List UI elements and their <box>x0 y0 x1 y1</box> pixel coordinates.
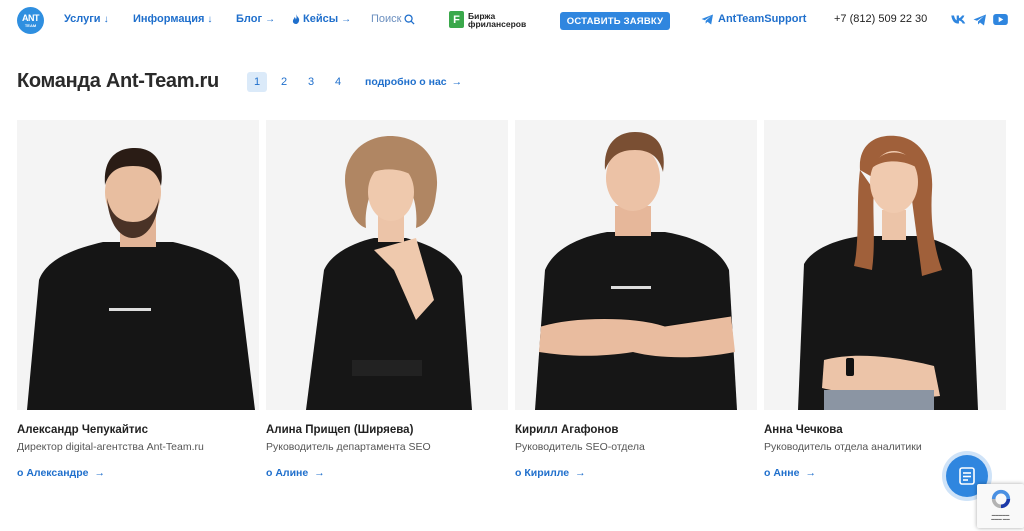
nav-services-label: Услуги <box>64 13 101 25</box>
telegram-support-label: AntTeamSupport <box>718 13 807 25</box>
person-profile-link[interactable]: о Александре → <box>17 467 105 479</box>
telegram-icon <box>701 13 713 25</box>
person-photo <box>764 120 1006 410</box>
person-name: Анна Чечкова <box>764 424 843 436</box>
page-3-button[interactable]: 3 <box>301 72 321 92</box>
team-photo <box>764 120 1006 410</box>
person-profile-link[interactable]: о Кирилле → <box>515 467 586 479</box>
fire-icon <box>292 14 300 24</box>
person-role: Руководитель SEO-отдела <box>515 441 645 453</box>
arrow-right-icon: → <box>341 13 352 25</box>
team-card: Анна Чечкова Руководитель отдела аналити… <box>764 120 1006 479</box>
arrow-right-icon: → <box>314 467 325 479</box>
nav-information-label: Информация <box>133 13 205 25</box>
person-name: Кирилл Агафонов <box>515 424 619 436</box>
arrow-right-icon: → <box>805 467 816 479</box>
ant-team-logo[interactable]: ANT TEAM <box>17 7 44 34</box>
team-photo <box>266 120 508 410</box>
submit-request-button[interactable]: ОСТАВИТЬ ЗАЯВКУ <box>560 12 670 30</box>
freelance-exchange-link[interactable]: F Биржа фрилансеров <box>449 11 526 28</box>
telegram-support-link[interactable]: AntTeamSupport <box>701 13 806 25</box>
page-title: Команда Ant-Team.ru <box>17 70 219 92</box>
arrow-right-icon: → <box>575 467 586 479</box>
profile-link-label: о Александре <box>17 467 89 479</box>
team-card: Кирилл Агафонов Руководитель SEO-отдела … <box>515 120 757 479</box>
person-role: Руководитель департамента SEO <box>266 441 431 453</box>
person-role: Руководитель отдела аналитики <box>764 441 922 453</box>
nav-blog-label: Блог <box>236 13 263 25</box>
freelance-logo-icon: F <box>449 11 464 28</box>
nav-cases[interactable]: Кейсы → <box>292 13 351 25</box>
nav-services[interactable]: Услуги ↓ <box>64 13 109 25</box>
team-card: Александр Чепукайтис Директор digital-аг… <box>17 120 259 479</box>
profile-link-label: о Алине <box>266 467 309 479</box>
nav-information[interactable]: Информация ↓ <box>133 13 212 25</box>
profile-link-label: о Анне <box>764 467 800 479</box>
form-icon <box>959 467 975 485</box>
about-us-label: подробно о нас <box>365 76 447 88</box>
arrow-right-icon: → <box>451 76 463 88</box>
arrow-down-icon: ↓ <box>103 13 109 25</box>
page-4-button[interactable]: 4 <box>328 72 348 92</box>
profile-link-label: о Кирилле <box>515 467 570 479</box>
team-photo <box>17 120 259 410</box>
person-photo <box>17 120 259 410</box>
social-links <box>951 12 1008 27</box>
about-us-link[interactable]: подробно о нас → <box>365 76 462 88</box>
person-name: Алина Прищеп (Ширяева) <box>266 424 414 436</box>
nav-blog[interactable]: Блог → <box>236 13 275 25</box>
nav-search-label: Поиск <box>371 13 402 25</box>
recaptcha-fine-print: ▬▬▬▬▬ ▬▬▬ ▬▬ <box>991 513 1010 521</box>
person-photo <box>266 120 508 410</box>
team-photo <box>515 120 757 410</box>
nav-cases-label: Кейсы <box>303 13 339 25</box>
arrow-right-icon: → <box>94 467 105 479</box>
phone-number[interactable]: +7 (812) 509 22 30 <box>834 13 927 25</box>
recaptcha-icon <box>991 489 1010 509</box>
vk-icon[interactable] <box>951 12 966 27</box>
arrow-right-icon: → <box>265 13 276 25</box>
person-profile-link[interactable]: о Алине → <box>266 467 325 479</box>
person-name: Александр Чепукайтис <box>17 424 148 436</box>
team-pagination: 1 2 3 4 <box>247 72 348 92</box>
nav-search[interactable]: Поиск <box>371 13 416 25</box>
site-header: ANT TEAM Услуги ↓ Информация ↓ Блог → Ке… <box>0 0 1024 42</box>
youtube-icon[interactable] <box>993 12 1008 27</box>
page-1-button[interactable]: 1 <box>247 72 267 92</box>
person-role: Директор digital-агентства Ant-Team.ru <box>17 441 204 453</box>
recaptcha-badge[interactable]: ▬▬▬▬▬ ▬▬▬ ▬▬ <box>977 484 1024 528</box>
person-photo <box>515 120 757 410</box>
team-card: Алина Прищеп (Ширяева) Руководитель депа… <box>266 120 508 479</box>
page-2-button[interactable]: 2 <box>274 72 294 92</box>
search-icon <box>404 13 416 25</box>
person-profile-link[interactable]: о Анне → <box>764 467 816 479</box>
freelance-exchange-label: Биржа фрилансеров <box>468 10 527 29</box>
telegram-icon[interactable] <box>972 12 987 27</box>
arrow-down-icon: ↓ <box>207 13 213 25</box>
